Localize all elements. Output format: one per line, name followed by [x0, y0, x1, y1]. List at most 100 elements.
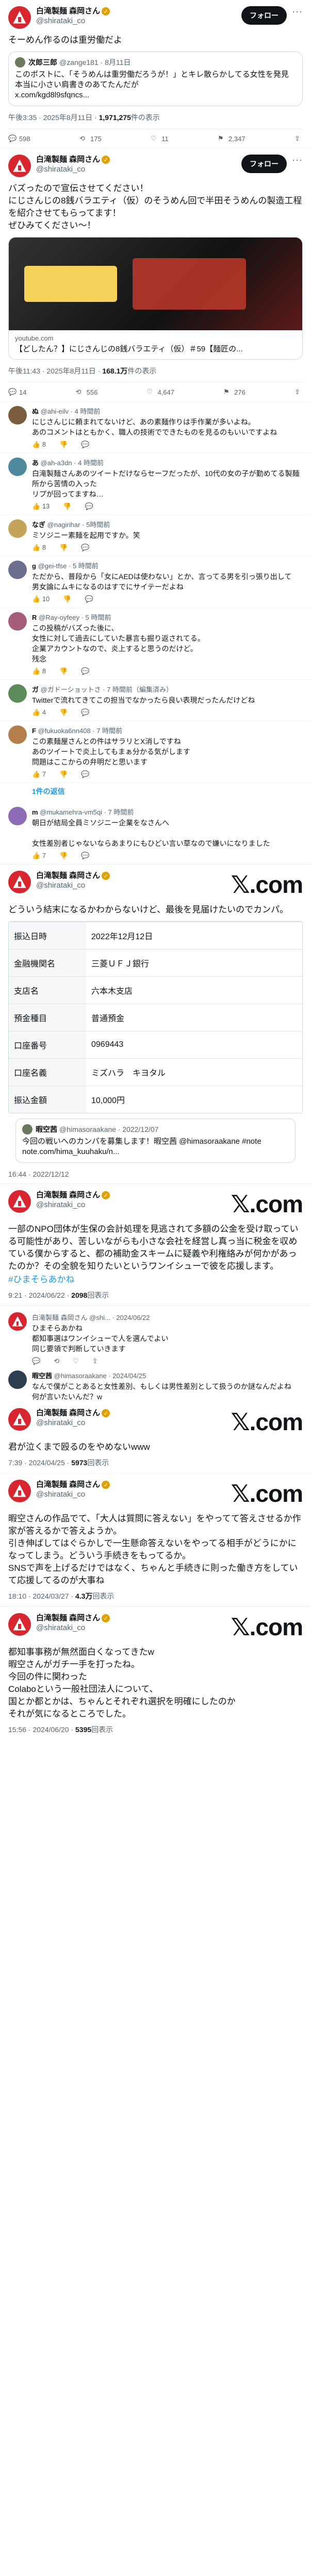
reply-icon[interactable]: 💬	[32, 1357, 40, 1365]
table-row: 口座名義 ミズハラ キヨタル	[9, 1058, 302, 1086]
bookmark-button[interactable]: ⚑ 276	[223, 388, 245, 396]
table-label: 振込日時	[9, 922, 86, 950]
handle[interactable]: @shirataki_co	[36, 1418, 231, 1428]
like-button[interactable]: 👍 13	[32, 502, 50, 511]
like-button[interactable]: 👍 8	[32, 440, 46, 449]
table-row: 金融機関名 三菱ＵＦＪ銀行	[9, 949, 302, 977]
reply-icon[interactable]: 💬	[85, 595, 93, 603]
verified-badge-icon	[102, 871, 110, 882]
link-card[interactable]: youtube.com 【どしたん？】にじさんじの8銭バラエティ（仮）＃59【麺…	[8, 237, 303, 360]
quoted-tweet[interactable]: 次郎三郎 @zange181 · 8月11日 このポストに、「そうめんは重労働だ…	[8, 52, 303, 106]
reply-icon[interactable]: 💬	[81, 770, 89, 778]
dislike-icon[interactable]: 👎	[59, 708, 68, 717]
like-button[interactable]: 👍 7	[32, 770, 46, 778]
reply-icon: 💬	[8, 388, 17, 396]
share-icon: ⇪	[294, 388, 300, 396]
avatar[interactable]	[8, 406, 27, 425]
dislike-icon[interactable]: 👎	[63, 595, 71, 603]
x-logo-icon: 𝕏.com	[231, 1191, 303, 1217]
follow-button[interactable]: フォロー	[241, 155, 287, 173]
reply-text: この素麺屋さんとの件はサラリとX消しですね あのツイートで炎上してもまぁ分かる気…	[32, 737, 190, 766]
avatar[interactable]	[8, 725, 27, 744]
like-button[interactable]: 👍 7	[32, 852, 46, 860]
display-name[interactable]: 白滝製麺 森岡さん	[36, 6, 100, 16]
reply-author[interactable]: あ @ah-a3dn · 4 時間前	[32, 457, 303, 467]
avatar[interactable]	[8, 1190, 31, 1213]
avatar[interactable]	[8, 1480, 31, 1502]
avatar[interactable]	[8, 561, 27, 579]
table-value: 三菱ＵＦＪ銀行	[86, 949, 302, 977]
follow-button[interactable]: フォロー	[241, 6, 287, 25]
reply-author[interactable]: ぬ @ahi-eilv · 4 時間前	[32, 406, 303, 416]
avatar[interactable]	[8, 1408, 31, 1431]
share-icon[interactable]: ⇪	[92, 1357, 98, 1365]
card-thumbnail	[9, 238, 302, 330]
reply-author[interactable]: ガ @ガドーショットさ · 7 時間前（編集済み）	[32, 684, 303, 694]
avatar[interactable]	[8, 6, 31, 29]
handle[interactable]: @shirataki_co	[36, 164, 241, 174]
avatar[interactable]	[8, 684, 27, 703]
share-button[interactable]: ⇪	[294, 134, 303, 143]
reply-button[interactable]: 💬 14	[8, 388, 26, 396]
avatar[interactable]	[8, 871, 31, 893]
like-button[interactable]: 👍 8	[32, 544, 46, 552]
display-name[interactable]: 白滝製麺 森岡さん	[36, 1408, 100, 1418]
avatar[interactable]	[8, 807, 27, 825]
display-name[interactable]: 白滝製麺 森岡さん	[36, 1613, 100, 1623]
handle[interactable]: @shirataki_co	[36, 880, 231, 890]
reply-author[interactable]: g @gei-tfse · 5 時間前	[32, 561, 303, 570]
reply-icon[interactable]: 💬	[81, 544, 89, 552]
avatar[interactable]	[8, 457, 27, 476]
dislike-icon[interactable]: 👎	[59, 440, 68, 449]
handle[interactable]: @shirataki_co	[36, 1623, 231, 1633]
more-options-icon[interactable]: ···	[292, 6, 303, 17]
like-button[interactable]: ♡ 11	[151, 134, 169, 143]
reply-button[interactable]: 💬 598	[8, 134, 30, 143]
avatar[interactable]	[8, 519, 27, 538]
more-options-icon[interactable]: ···	[292, 155, 303, 165]
dislike-icon[interactable]: 👎	[59, 770, 68, 778]
repost-button[interactable]: ⟲ 556	[76, 388, 98, 396]
display-name[interactable]: 白滝製麺 森岡さん	[36, 155, 100, 164]
dislike-icon[interactable]: 👎	[59, 852, 68, 860]
reply-icon[interactable]: 💬	[81, 440, 89, 449]
display-name[interactable]: 白滝製麺 森岡さん	[36, 1190, 100, 1200]
dislike-icon[interactable]: 👎	[59, 667, 68, 675]
display-name[interactable]: 白滝製麺 森岡さん	[36, 1480, 100, 1489]
handle[interactable]: @shirataki_co	[36, 16, 241, 26]
like-button[interactable]: 👍 8	[32, 667, 46, 675]
repost-button[interactable]: ⟲ 175	[79, 134, 102, 143]
handle[interactable]: @shirataki_co	[36, 1489, 231, 1499]
share-button[interactable]: ⇪	[294, 388, 303, 396]
verified-badge-icon	[102, 7, 110, 17]
quoted-tweet[interactable]: 暇空茜 @himasoraakane · 2022/12/07 今回の戦いへのカン…	[15, 1118, 296, 1163]
avatar[interactable]	[8, 612, 27, 631]
dislike-icon[interactable]: 👎	[59, 544, 68, 552]
show-replies-link[interactable]: 1件の返信	[0, 783, 311, 803]
card-title: 【どしたん？】にじさんじの8銭バラエティ（仮）＃59【麺匠の...	[15, 345, 243, 353]
reply-author[interactable]: なぎ @nagirihar · 5時間前	[32, 519, 303, 529]
avatar[interactable]	[8, 1613, 31, 1636]
dislike-icon[interactable]: 👎	[63, 502, 71, 511]
display-name[interactable]: 白滝製麺 森岡さん	[36, 871, 100, 880]
timestamp: 15:56 · 2024/06/20 · 5395回表示	[8, 1725, 113, 1734]
avatar[interactable]	[8, 1370, 27, 1389]
reply-author[interactable]: R @Ray-oyfeey · 5 時間前	[32, 612, 303, 622]
reply-icon[interactable]: 💬	[81, 667, 89, 675]
avatar[interactable]	[8, 1312, 27, 1331]
tweet-meta: 午後3:35 · 2025年8月11日 · 1,971,275件の表示	[8, 113, 160, 122]
like-button[interactable]: 👍 4	[32, 708, 46, 717]
bookmark-button[interactable]: ⚑ 2,347	[218, 134, 245, 143]
avatar[interactable]	[8, 155, 31, 177]
reply-author[interactable]: F @fukuoka6nn408 · 7 時間前	[32, 725, 303, 735]
handle[interactable]: @shirataki_co	[36, 1200, 231, 1210]
table-value: 普通預金	[86, 1004, 302, 1031]
hashtag-link[interactable]: #ひまそらあかね	[8, 1274, 303, 1286]
like-button[interactable]: 👍 10	[32, 595, 50, 603]
heart-icon[interactable]: ♡	[73, 1357, 79, 1365]
repost-icon[interactable]: ⟲	[54, 1357, 59, 1365]
reply-icon[interactable]: 💬	[81, 708, 89, 717]
reply-icon[interactable]: 💬	[81, 852, 89, 860]
reply-icon[interactable]: 💬	[85, 502, 93, 511]
like-button[interactable]: ♡ 4,647	[146, 388, 174, 396]
